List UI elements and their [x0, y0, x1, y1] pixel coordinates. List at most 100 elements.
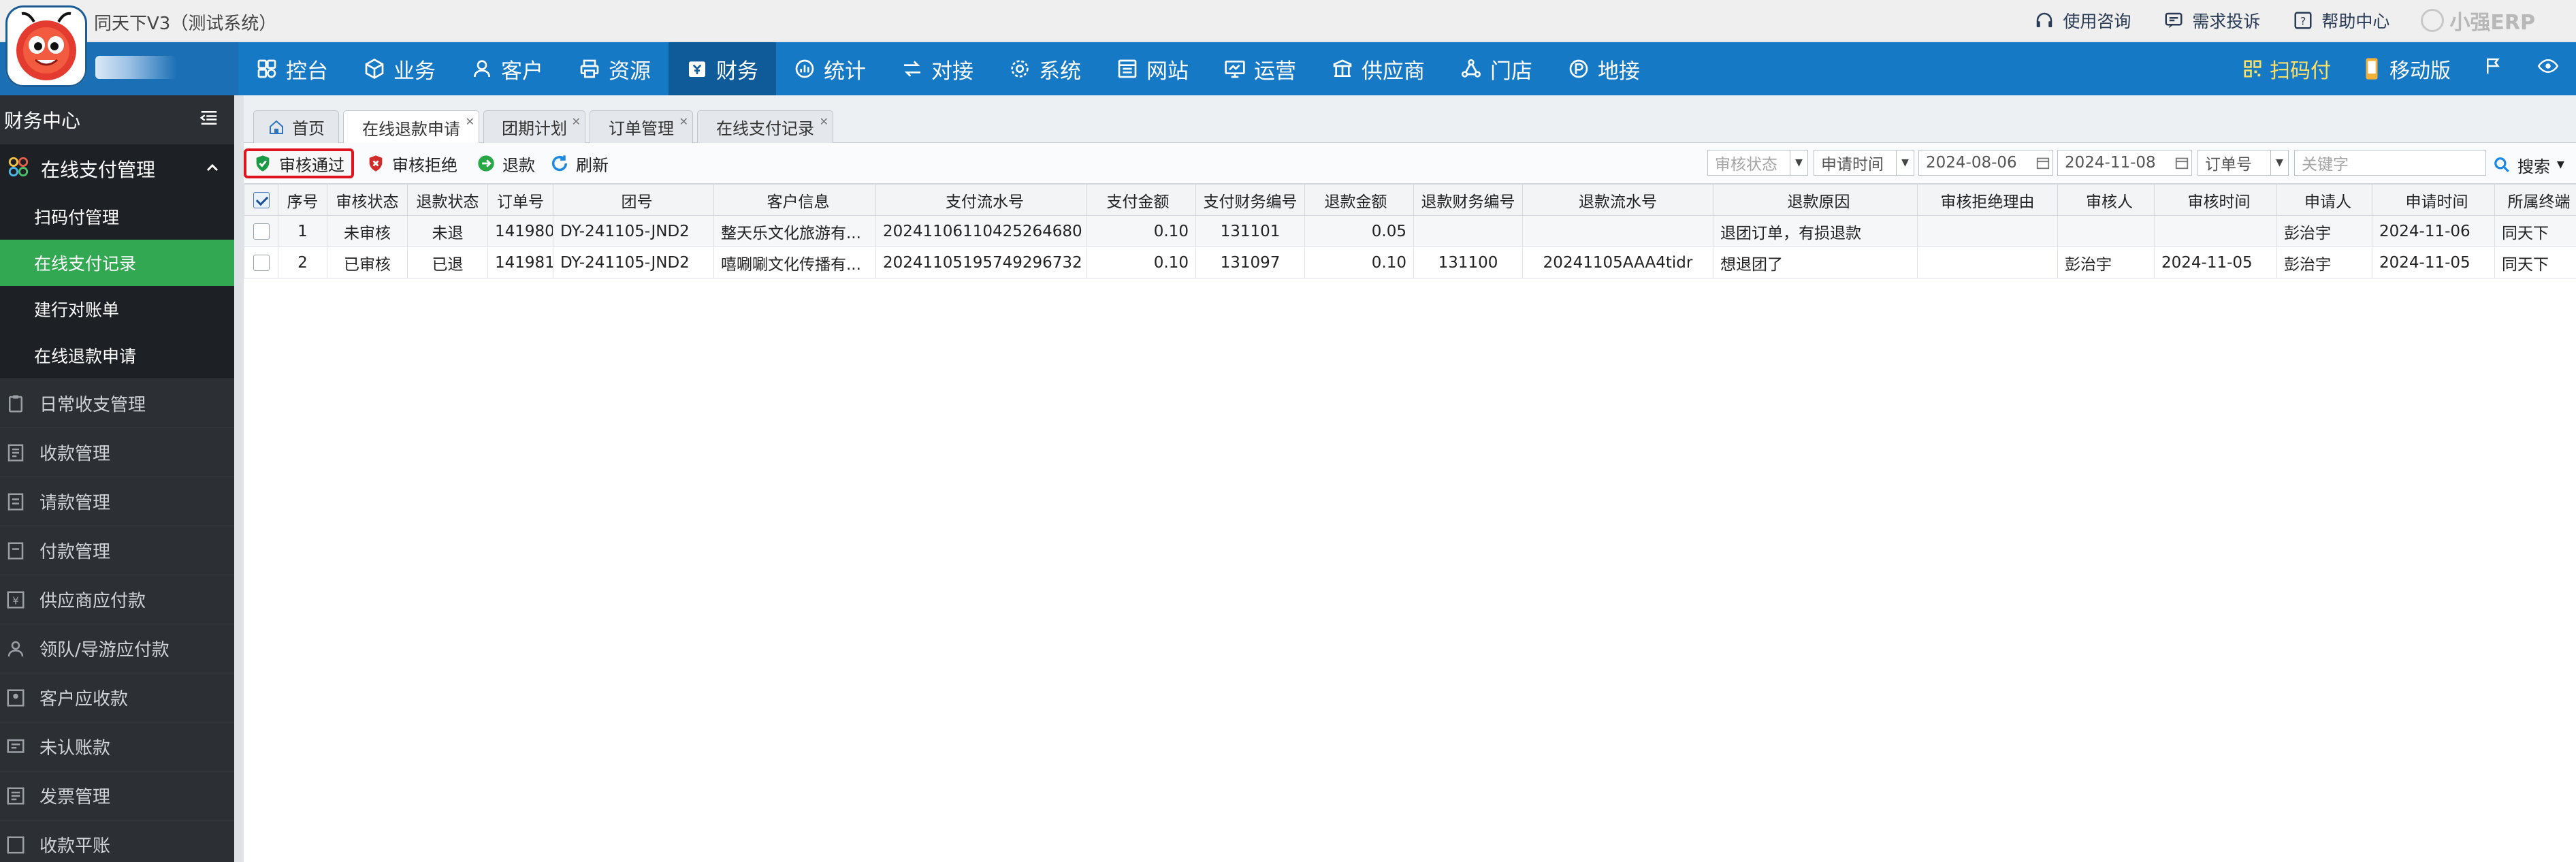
nav-item-statistics[interactable]: 统计	[776, 42, 884, 95]
column-header[interactable]: 支付财务编号	[1195, 184, 1305, 216]
close-icon[interactable]: ✕	[466, 115, 474, 128]
eye-icon[interactable]	[2537, 56, 2560, 82]
close-icon[interactable]: ✕	[572, 115, 581, 128]
help-center-link[interactable]: ? 帮助中心	[2291, 8, 2389, 33]
sidebar-item-receipts[interactable]: 收款管理	[0, 428, 234, 477]
phone-icon	[2366, 58, 2378, 80]
column-header[interactable]: 审核状态	[327, 184, 408, 216]
close-icon[interactable]: ✕	[820, 115, 828, 128]
column-header[interactable]: 退款状态	[407, 184, 488, 216]
refund-button[interactable]: 退款	[477, 148, 535, 178]
chevron-down-icon: ▼	[2270, 150, 2288, 175]
table-row[interactable]: 2 已审核 已退 141981 DY-241105-JND2 嘻唰唰文化传播有.…	[244, 246, 2576, 278]
calendar-icon[interactable]	[2172, 150, 2191, 175]
tab-order-management[interactable]: 订单管理 ✕	[590, 110, 693, 143]
nav-label: 控台	[286, 59, 328, 84]
sidebar-item-daily[interactable]: 日常收支管理	[0, 379, 234, 428]
sidebar-item-ccb-statement[interactable]: 建行对账单	[0, 286, 234, 332]
sidebar-item-supplier-payable[interactable]: ¥ 供应商应付款	[0, 575, 234, 624]
sidebar-item-scan-pay[interactable]: 扫码付管理	[0, 193, 234, 240]
sidebar-group-online-payment[interactable]: 在线支付管理	[0, 144, 234, 193]
cell-payment-serial: 20241106110425264680	[875, 215, 1087, 247]
sidebar-item-online-refund[interactable]: 在线退款申请	[0, 332, 234, 379]
tab-home[interactable]: 首页	[253, 110, 339, 143]
nav-item-dashboard[interactable]: 控台	[238, 42, 346, 95]
column-header[interactable]: 退款流水号	[1522, 184, 1713, 216]
sidebar-item-invoice[interactable]: 发票管理	[0, 771, 234, 820]
mobile-version-button[interactable]: 移动版	[2364, 54, 2451, 84]
collapse-sidebar-icon[interactable]	[197, 108, 221, 133]
nav-item-integration[interactable]: 对接	[884, 42, 991, 95]
nav-label: 门店	[1490, 59, 1532, 84]
column-header[interactable]: 支付金额	[1086, 184, 1196, 216]
date-from-input[interactable]: 2024-08-06	[1918, 150, 2053, 176]
nav-item-website[interactable]: 网站	[1099, 42, 1206, 95]
sidebar-item-guide-payable[interactable]: 领队/导游应付款	[0, 624, 234, 673]
column-header[interactable]: 支付流水号	[875, 184, 1087, 216]
select-all-checkbox[interactable]	[244, 184, 278, 216]
sidebar-item-balance[interactable]: 收款平账	[0, 820, 234, 862]
sidebar-scrollbar[interactable]	[234, 95, 244, 862]
tab-online-payment-records[interactable]: 在线支付记录 ✕	[697, 110, 833, 143]
cell-refund-reason: 想退团了	[1713, 246, 1918, 278]
column-header[interactable]: 客户信息	[713, 184, 876, 216]
table-row[interactable]: 1 未审核 未退 141980 DY-241105-JND2 整天乐文化旅游有.…	[244, 215, 2576, 247]
nav-item-resource[interactable]: 资源	[561, 42, 669, 95]
tab-label: 订单管理	[609, 119, 674, 138]
sidebar-item-requests[interactable]: 请款管理	[0, 477, 234, 526]
nav-item-store[interactable]: 门店	[1443, 42, 1550, 95]
scan-pay-button[interactable]: 扫码付	[2242, 54, 2331, 84]
column-header[interactable]: 序号	[278, 184, 327, 216]
complaint-link[interactable]: 需求投诉	[2162, 8, 2260, 33]
sidebar-item-unconfirmed[interactable]: 未认账款	[0, 722, 234, 771]
cell-refund-status: 已退	[407, 246, 488, 278]
nav-item-customer[interactable]: 客户	[453, 42, 561, 95]
column-header[interactable]: 审核时间	[2154, 184, 2277, 216]
search-button[interactable]: 搜索 ▼	[2493, 150, 2564, 180]
reject-button[interactable]: 审核拒绝	[366, 148, 457, 178]
sidebar-item-online-payment-records[interactable]: 在线支付记录	[0, 240, 234, 286]
nav-item-finance[interactable]: 财务	[669, 42, 776, 95]
sidebar-item-label: 客户应收款	[39, 689, 129, 709]
tab-group-plan[interactable]: 团期计划 ✕	[483, 110, 585, 143]
local-icon	[1569, 59, 1588, 78]
flag-icon[interactable]	[2483, 56, 2504, 82]
nav-item-system[interactable]: 系统	[991, 42, 1099, 95]
row-checkbox[interactable]	[244, 215, 278, 247]
user-icon	[474, 60, 490, 78]
keyword-input[interactable]: 关键字	[2294, 150, 2486, 176]
nav-item-business[interactable]: 业务	[346, 42, 453, 95]
cell-refund-finance-no	[1413, 215, 1523, 247]
calendar-icon[interactable]	[2033, 150, 2052, 175]
close-icon[interactable]: ✕	[679, 115, 688, 128]
cell-audit-time	[2154, 215, 2277, 247]
column-header[interactable]: 退款财务编号	[1413, 184, 1523, 216]
column-header[interactable]: 审核拒绝理由	[1917, 184, 2058, 216]
nav-item-supplier[interactable]: 供应商	[1314, 42, 1443, 95]
row-checkbox[interactable]	[244, 246, 278, 278]
qr-code-icon	[2244, 60, 2261, 78]
column-header[interactable]: 所属终端	[2494, 184, 2576, 216]
cell-applicant: 彭治宇	[2276, 215, 2372, 247]
column-header[interactable]: 退款原因	[1713, 184, 1918, 216]
audit-status-select[interactable]: 审核状态 ▼	[1707, 150, 1808, 176]
app-logo[interactable]	[5, 5, 87, 87]
column-header[interactable]: 申请时间	[2372, 184, 2495, 216]
nav-item-operation[interactable]: 运营	[1206, 42, 1314, 95]
column-header[interactable]: 退款金额	[1304, 184, 1414, 216]
tab-online-refund[interactable]: 在线退款申请 ✕	[343, 110, 479, 144]
date-type-select[interactable]: 申请时间 ▼	[1814, 150, 1914, 176]
approve-button[interactable]: 审核通过	[244, 148, 354, 178]
column-header[interactable]: 申请人	[2276, 184, 2372, 216]
column-header[interactable]: 订单号	[487, 184, 553, 216]
date-to-input[interactable]: 2024-11-08	[2057, 150, 2192, 176]
sidebar-item-payments[interactable]: 付款管理	[0, 526, 234, 575]
sidebar-item-customer-receivable[interactable]: 客户应收款	[0, 673, 234, 722]
help-consult-link[interactable]: 使用咨询	[2033, 8, 2131, 33]
refresh-button[interactable]: 刷新	[550, 148, 609, 178]
column-header[interactable]: 团号	[553, 184, 714, 216]
search-field-select[interactable]: 订单号 ▼	[2197, 150, 2289, 176]
nav-item-local[interactable]: 地接	[1550, 42, 1658, 95]
column-header[interactable]: 审核人	[2057, 184, 2155, 216]
chevron-up-icon	[204, 158, 221, 180]
